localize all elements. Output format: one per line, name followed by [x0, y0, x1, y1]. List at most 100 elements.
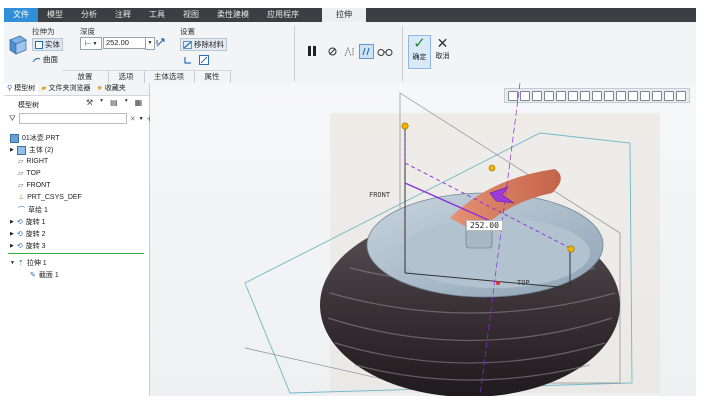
cancel-button[interactable]: ✕ 取消 [432, 35, 453, 67]
surface-icon [32, 57, 41, 62]
expand-icon[interactable]: ▶ [10, 243, 14, 249]
tab-favorites-label: 收藏夹 [104, 85, 126, 92]
tree-item-front[interactable]: ▱ FRONT [18, 181, 51, 190]
solid-icon [35, 40, 43, 49]
geometry-preview-icon[interactable] [344, 46, 356, 57]
tree-item-label: 旋转 1 [25, 219, 46, 226]
tree-item-label: PRT_CSYS_DEF [27, 193, 82, 201]
tab-flexible-modeling[interactable]: 柔性建模 [208, 8, 258, 22]
ribbon-separator [294, 26, 295, 81]
chevron-down-icon[interactable]: ▼ [99, 98, 104, 107]
tree-item-extrude-1[interactable]: ▼ ⇡ 拉伸 1 [10, 258, 47, 268]
surface-label: 曲面 [43, 55, 58, 64]
tab-folder-browser-label: 文件夹浏览器 [48, 85, 91, 92]
pause-icon[interactable] [308, 46, 316, 56]
verify-mode-button[interactable] [359, 44, 374, 59]
tab-model[interactable]: 模型 [38, 8, 72, 22]
revolve-icon: ⟲ [16, 231, 23, 238]
filter-icon[interactable]: ⛛ [9, 114, 16, 124]
ribbon-separator [402, 26, 403, 81]
extrude-type-icon[interactable] [8, 34, 28, 56]
tree-item-top[interactable]: ▱ TOP [18, 169, 41, 178]
depth-dimension-label[interactable]: 252.00 [466, 220, 503, 231]
remove-material-label: 移除材料 [194, 40, 224, 49]
plane-icon: ▱ [18, 158, 24, 165]
front-plane-label: FRONT [369, 191, 391, 199]
panel-toolbar: ⚒ ▼ ▤ ▼ ▦ [86, 98, 142, 107]
drag-handle[interactable] [488, 164, 496, 172]
revolve-icon: ⟲ [16, 219, 23, 226]
model-scene [244, 83, 660, 396]
panel-header: 模型树 [18, 102, 39, 109]
tab-folder-browser[interactable]: ▰ 文件夹浏览器 [38, 83, 93, 95]
group-properties[interactable]: 属性 [194, 70, 231, 83]
tab-file[interactable]: 文件 [4, 8, 38, 22]
depth-value-input[interactable]: 252.00 [103, 37, 149, 49]
tab-applications[interactable]: 应用程序 [258, 8, 308, 22]
search-input[interactable] [18, 113, 127, 124]
glasses-preview-icon[interactable] [377, 48, 393, 56]
chevron-down-icon[interactable]: ▼ [124, 98, 129, 107]
tree-item-csys[interactable]: ⊥ PRT_CSYS_DEF [18, 193, 82, 202]
tree-item-label: 截面 1 [38, 272, 59, 279]
show-icon[interactable]: ▤ [110, 98, 118, 107]
tree-item-label: 主体 (2) [28, 147, 54, 154]
tree-item-label: TOP [26, 169, 41, 177]
tree-item-label: RIGHT [26, 157, 49, 165]
group-placement[interactable]: 放置 [62, 70, 109, 83]
tree-item-right[interactable]: ▱ RIGHT [18, 157, 49, 166]
tab-analysis[interactable]: 分析 [72, 8, 106, 22]
group-body-options[interactable]: 主体选项 [144, 70, 195, 83]
checkmark-icon: ✓ [413, 35, 426, 52]
ok-button[interactable]: ✓ 确定 [408, 35, 431, 69]
remove-material-icon [183, 40, 192, 49]
settings-label: 设置 [180, 27, 195, 36]
tree-item-label: 01冰壶.PRT [22, 135, 60, 142]
group-options[interactable]: 选项 [108, 70, 145, 83]
tab-view[interactable]: 视图 [174, 8, 208, 22]
trim-icon[interactable] [199, 55, 209, 65]
tree-item-revolve-3[interactable]: ▶ ⟲ 旋转 3 [10, 241, 46, 251]
expand-icon[interactable]: ▶ [10, 147, 14, 153]
depth-value-dropdown[interactable]: ▼ [145, 37, 155, 50]
flip-direction-icon[interactable] [155, 37, 166, 48]
thicken-sketch-icon[interactable] [183, 55, 193, 65]
sketch-icon: ⌒ [18, 207, 25, 214]
revolve-icon: ⟲ [16, 243, 23, 250]
surface-toggle[interactable]: 曲面 [32, 54, 58, 65]
expand-icon[interactable]: ▶ [10, 231, 14, 237]
tree-item-revolve-2[interactable]: ▶ ⟲ 旋转 2 [10, 229, 46, 239]
tab-model-tree[interactable]: ⚲ 模型树 [4, 83, 39, 95]
expand-icon[interactable]: ▶ [10, 219, 14, 225]
tree-item-sketch[interactable]: ⌒ 草绘 1 [18, 205, 48, 215]
tree-item-revolve-1[interactable]: ▶ ⟲ 旋转 1 [10, 217, 46, 227]
extrude-ribbon: 拉伸为 实体 曲面 深度 ⊢ ▼ 252.00 ▼ 设置 移除材料 ✓ 确定 ✕ [4, 22, 696, 84]
remove-material-toggle[interactable]: 移除材料 [180, 38, 227, 51]
extrude-icon: ⇡ [17, 260, 24, 267]
tree-item-bodies[interactable]: ▶ 主体 (2) [10, 145, 53, 155]
part-icon [10, 133, 19, 143]
drag-handle[interactable] [567, 245, 575, 253]
no-preview-icon[interactable] [328, 47, 337, 56]
insert-indicator [8, 253, 144, 254]
tab-annotate[interactable]: 注释 [106, 8, 140, 22]
section-icon: ✎ [30, 272, 36, 279]
cancel-label: 取消 [435, 53, 450, 60]
chevron-down-icon: ▼ [92, 40, 98, 47]
collapse-icon[interactable]: ▼ [10, 260, 15, 266]
blind-depth-icon: ⊢ [84, 39, 92, 48]
columns-icon[interactable]: ▦ [135, 98, 143, 107]
tree-settings-icon[interactable]: ⚒ [86, 98, 93, 107]
clear-icon[interactable]: ✕ [130, 115, 136, 123]
graphics-viewport[interactable]: FRONT TOP 252.00 [150, 83, 696, 396]
drag-handle[interactable] [401, 122, 409, 130]
depth-type-dropdown[interactable]: ⊢ ▼ [80, 37, 102, 50]
tree-item-part[interactable]: 01冰壶.PRT [10, 133, 60, 143]
tree-item-label: 旋转 2 [25, 231, 46, 238]
tab-tools[interactable]: 工具 [140, 8, 174, 22]
tree-item-section-1[interactable]: ✎ 截面 1 [30, 270, 59, 280]
chevron-down-icon[interactable]: ▼ [139, 116, 144, 122]
solid-toggle[interactable]: 实体 [32, 38, 63, 51]
tab-extrude[interactable]: 拉伸 [322, 8, 366, 22]
tab-favorites[interactable]: ★ 收藏夹 [94, 83, 129, 95]
